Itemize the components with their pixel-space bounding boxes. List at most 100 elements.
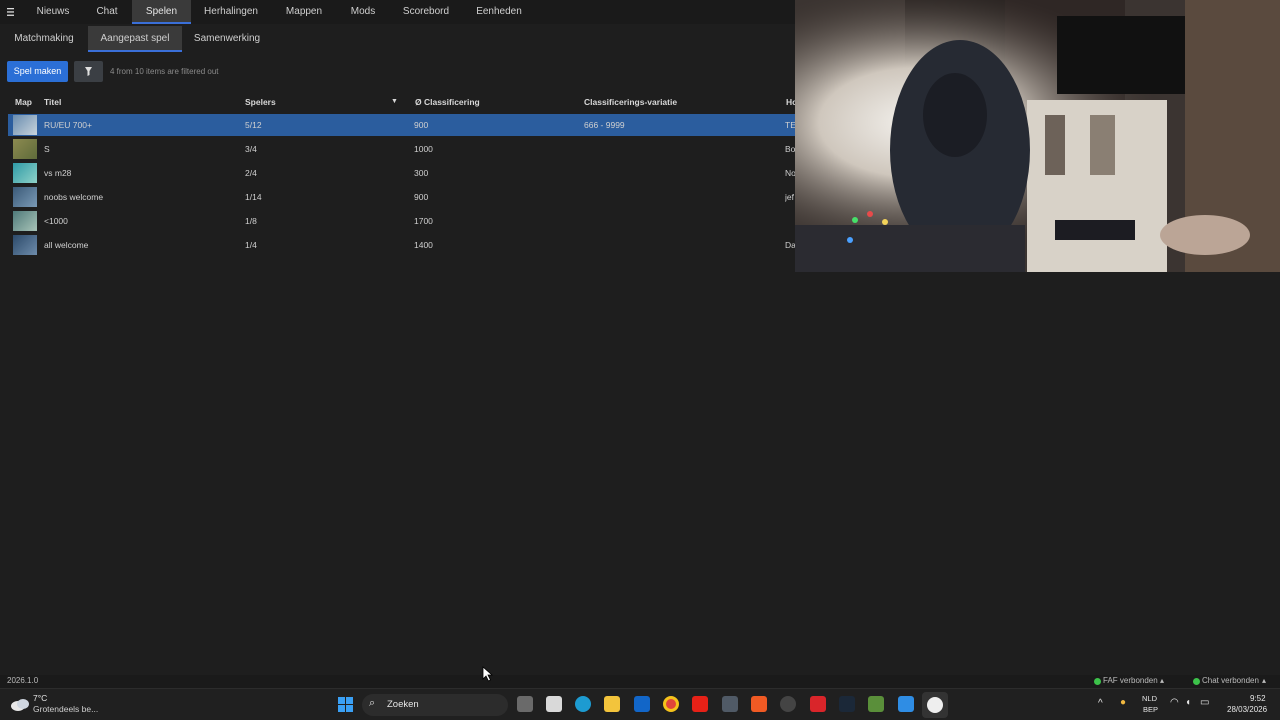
chevron-up-icon[interactable]: ▴: [1262, 676, 1266, 685]
players-cell: 3/4: [245, 144, 257, 154]
sync-app-icon[interactable]: [780, 696, 796, 712]
filter-status-text: 4 from 10 items are filtered out: [110, 67, 219, 76]
column-header-players[interactable]: Spelers: [245, 92, 276, 112]
nav-nieuws[interactable]: Nieuws: [30, 0, 76, 24]
clock-date[interactable]: 28/03/2026: [1227, 705, 1267, 714]
chat-connection-status[interactable]: Chat verbonden: [1202, 676, 1259, 685]
nav-eenheden[interactable]: Eenheden: [472, 0, 526, 24]
store-icon[interactable]: [546, 696, 562, 712]
game-title-cell: noobs welcome: [44, 192, 104, 202]
task-view-icon[interactable]: [517, 696, 533, 712]
faf-status-dot-icon: [1094, 678, 1101, 685]
outlook-icon[interactable]: [634, 696, 650, 712]
table-row[interactable]: <1000 1/8 1700: [8, 210, 795, 232]
game-launcher-icon[interactable]: [868, 696, 884, 712]
app-icon[interactable]: [898, 696, 914, 712]
chevron-up-icon[interactable]: ▴: [1160, 676, 1164, 685]
game-title-cell: S: [44, 144, 50, 154]
rating-cell: 900: [414, 192, 429, 202]
nav-spelen[interactable]: Spelen: [132, 0, 191, 24]
battery-icon[interactable]: ▭: [1200, 697, 1209, 708]
host-cell: TE: [785, 120, 795, 130]
rating-cell: 300: [414, 168, 429, 178]
table-row[interactable]: RU/EU 700+ 5/12 900 666 - 9999 TE: [8, 114, 795, 136]
table-row[interactable]: vs m28 2/4 300 No: [8, 162, 795, 184]
weather-cloud-icon[interactable]: [10, 696, 30, 712]
weather-description[interactable]: Grotendeels be...: [33, 704, 98, 714]
clock-time[interactable]: 9:52: [1250, 694, 1266, 703]
host-cell: Bo: [785, 144, 795, 154]
nav-herhalingen[interactable]: Herhalingen: [200, 0, 262, 24]
pdf-reader-icon[interactable]: [810, 696, 826, 712]
host-cell: jef: [785, 192, 794, 202]
game-title-cell: vs m28: [44, 168, 72, 178]
map-thumbnail: [13, 187, 37, 207]
map-thumbnail: [13, 211, 37, 231]
faf-connection-status[interactable]: FAF verbonden: [1103, 676, 1158, 685]
windows-start-icon[interactable]: [338, 697, 353, 712]
players-cell: 1/14: [245, 192, 262, 202]
webcam-overlay: [795, 0, 1280, 272]
map-thumbnail: [13, 115, 37, 135]
create-game-button[interactable]: Spel maken: [7, 61, 68, 82]
sort-descending-icon: ▼: [391, 98, 398, 105]
map-thumbnail: [13, 139, 37, 159]
weather-temperature[interactable]: 7°C: [33, 693, 47, 703]
table-row[interactable]: all welcome 1/4 1400 Da: [8, 234, 795, 256]
youtube-icon[interactable]: [692, 696, 708, 712]
language-indicator-top[interactable]: NLD: [1142, 694, 1157, 703]
edge-browser-icon[interactable]: [575, 696, 591, 712]
faf-client-taskbar-button[interactable]: [922, 692, 948, 718]
steam-icon[interactable]: [839, 696, 855, 712]
players-cell: 1/8: [245, 216, 257, 226]
table-row[interactable]: noobs welcome 1/14 900 jef: [8, 186, 795, 208]
file-explorer-icon[interactable]: [604, 696, 620, 712]
host-cell: No: [785, 168, 795, 178]
column-header-rating[interactable]: Ø Classificering: [415, 92, 480, 112]
chrome-icon[interactable]: [663, 696, 679, 712]
table-row[interactable]: S 3/4 1000 Bo: [8, 138, 795, 160]
host-cell: [785, 210, 795, 232]
players-cell: 2/4: [245, 168, 257, 178]
nav-scorebord[interactable]: Scorebord: [398, 0, 454, 24]
tab-aangepast-spel[interactable]: Aangepast spel: [88, 26, 182, 52]
language-indicator-bottom[interactable]: BEP: [1143, 705, 1158, 714]
game-title-cell: <1000: [44, 216, 68, 226]
version-label: 2026.1.0: [7, 676, 39, 685]
windows-taskbar: 7°C Grotendeels be... ⌕ Zoeken ^ ● NLD B…: [0, 688, 1280, 720]
tab-samenwerking[interactable]: Samenwerking: [190, 26, 264, 52]
chevron-up-icon[interactable]: ^: [1098, 698, 1103, 709]
tab-matchmaking[interactable]: Matchmaking: [8, 26, 80, 52]
rating-cell: 1000: [414, 144, 433, 154]
column-header-title[interactable]: Titel: [44, 92, 61, 112]
players-cell: 5/12: [245, 120, 262, 130]
nav-mods[interactable]: Mods: [344, 0, 382, 24]
wifi-icon[interactable]: ◠: [1170, 697, 1179, 708]
microphone-icon[interactable]: ●: [1120, 697, 1126, 708]
rating-cell: 900: [414, 120, 429, 130]
players-cell: 1/4: [245, 240, 257, 250]
speaker-icon[interactable]: ◖: [1185, 697, 1191, 708]
host-cell: Da: [785, 240, 795, 250]
rating-cell: 1400: [414, 240, 433, 250]
column-header-rating-range[interactable]: Classificerings-variatie: [584, 92, 677, 112]
filter-button[interactable]: [74, 61, 103, 82]
nav-mappen[interactable]: Mappen: [280, 0, 328, 24]
map-thumbnail: [13, 163, 37, 183]
chat-status-dot-icon: [1193, 678, 1200, 685]
calculator-icon[interactable]: [722, 696, 738, 712]
game-title-cell: RU/EU 700+: [44, 120, 92, 130]
mouse-cursor-icon: [482, 666, 494, 682]
games-toolbar: Spel maken 4 from 10 items are filtered …: [0, 52, 795, 90]
nav-chat[interactable]: Chat: [90, 0, 124, 24]
brave-browser-icon[interactable]: [751, 696, 767, 712]
rating-range-cell: 666 - 9999: [584, 120, 625, 130]
filter-icon: [85, 67, 92, 76]
search-icon: ⌕: [369, 697, 376, 709]
search-placeholder: Zoeken: [387, 699, 419, 710]
column-header-map[interactable]: Map: [15, 92, 32, 112]
hamburger-menu-icon[interactable]: [4, 0, 18, 24]
taskbar-search-box[interactable]: ⌕ Zoeken: [362, 694, 508, 716]
rating-cell: 1700: [414, 216, 433, 226]
game-title-cell: all welcome: [44, 240, 89, 250]
